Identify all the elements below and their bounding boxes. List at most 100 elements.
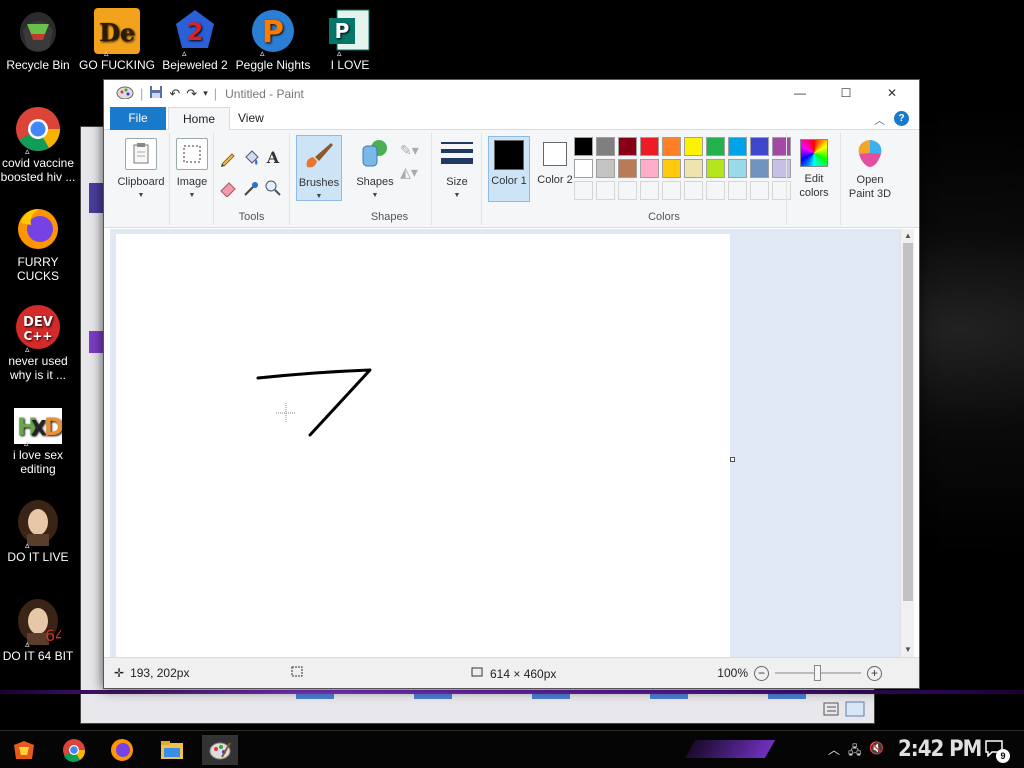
custom-color-slot[interactable]	[662, 181, 681, 200]
tray-overflow-icon[interactable]: ︿	[828, 741, 840, 762]
desktop-icon-do-it-live[interactable]: ▵ DO IT LIVE	[0, 500, 78, 564]
palette-swatch[interactable]	[596, 137, 615, 156]
help-icon[interactable]: ?	[894, 111, 909, 126]
size-button[interactable]: Size ▼	[436, 135, 478, 203]
palette-swatch[interactable]	[706, 159, 725, 178]
text-tool-icon[interactable]: A	[264, 149, 282, 167]
open-paint3d-button[interactable]: Open Paint 3D	[844, 136, 896, 201]
color1-button[interactable]: Color 1	[488, 136, 530, 202]
desktop-icon-chrome[interactable]: ▵ covid vaccine boosted hiv ...	[0, 106, 78, 184]
desktop-icon-hxd[interactable]: HXD ▵ i love sex editing	[0, 408, 78, 476]
drawing-canvas[interactable]	[116, 234, 730, 658]
tab-file[interactable]: File	[110, 107, 166, 130]
palette-swatch[interactable]	[640, 137, 659, 156]
taskbar-firefox[interactable]	[104, 735, 140, 765]
palette-swatch[interactable]	[750, 159, 769, 178]
scrollbar-thumb[interactable]	[903, 243, 913, 601]
minimize-button[interactable]: —	[780, 80, 820, 106]
zoom-slider[interactable]	[775, 665, 861, 681]
desktop-icon-do-it-64-bit[interactable]: 64 ▵ DO IT 64 BIT	[0, 599, 78, 663]
tab-view[interactable]: View	[224, 107, 278, 130]
title-bar[interactable]: | ↶ ↷ ▾ | Untitled - Paint — ☐ ✕	[104, 80, 919, 107]
zoom-slider-thumb[interactable]	[814, 665, 821, 681]
maximize-button[interactable]: ☐	[826, 80, 866, 106]
custom-color-slot[interactable]	[706, 181, 725, 200]
scroll-up-icon[interactable]: ▲	[901, 229, 915, 243]
palette-swatch[interactable]	[772, 137, 791, 156]
eraser-icon[interactable]	[219, 179, 237, 198]
network-icon[interactable]: 🖧	[848, 741, 861, 762]
fill-icon[interactable]	[242, 149, 260, 167]
palette-swatch[interactable]	[596, 159, 615, 178]
close-button[interactable]: ✕	[872, 80, 912, 106]
volume-muted-icon[interactable]: 🔇	[869, 741, 884, 762]
tab-home[interactable]: Home	[168, 107, 231, 131]
palette-swatch[interactable]	[772, 159, 791, 178]
pencil-icon[interactable]	[219, 149, 237, 167]
custom-color-slot[interactable]	[618, 181, 637, 200]
palette-swatch[interactable]	[574, 137, 593, 156]
desktop-icon-devcpp[interactable]: DEV C++ ▵ never used why is it ...	[0, 304, 78, 382]
taskbar-chrome[interactable]	[56, 735, 92, 765]
color2-button[interactable]: Color 2	[534, 136, 576, 202]
desktop-icon-publisher[interactable]: P ▵ I LOVE RANSOMWARE	[310, 8, 390, 72]
palette-swatch[interactable]	[618, 159, 637, 178]
palette-swatch[interactable]	[640, 159, 659, 178]
brushes-group: Brushes ▼	[290, 133, 348, 225]
canvas-size: 614 × 460px	[470, 666, 556, 681]
magnifier-icon[interactable]	[264, 179, 282, 197]
fill-shape-icon[interactable]: ◭▾	[400, 163, 418, 181]
customize-qat-icon[interactable]: ▾	[203, 88, 208, 99]
palette-swatch[interactable]	[684, 137, 703, 156]
custom-color-slot[interactable]	[596, 181, 615, 200]
palette-swatch[interactable]	[684, 159, 703, 178]
color-picker-icon[interactable]	[242, 179, 260, 197]
start-button[interactable]	[6, 735, 42, 765]
brushes-button[interactable]: Brushes ▼	[296, 135, 342, 201]
palette-swatch[interactable]	[728, 159, 747, 178]
custom-color-slot[interactable]	[574, 181, 593, 200]
taskbar-clock[interactable]: 2:42 PM	[898, 737, 982, 762]
desktop-icon-peggle[interactable]: P ▵ Peggle Nights De...	[233, 8, 313, 72]
palette-swatch[interactable]	[574, 159, 593, 178]
desktop-icon-label: DO IT 64 BIT	[2, 649, 74, 663]
desktop-icon-bejeweled[interactable]: 2 ▵ Bejeweled 2 De...	[155, 8, 235, 72]
desktop-icon-davinci[interactable]: De ▵ GO FUCKING KILL YOURS	[77, 8, 157, 72]
palette-swatch[interactable]	[662, 137, 681, 156]
desktop-icon-firefox[interactable]: FURRY CUCKS	[0, 205, 78, 283]
canvas-resize-handle[interactable]	[730, 457, 735, 462]
view-toggle-icons[interactable]	[822, 701, 866, 717]
notification-center-icon[interactable]: 9	[984, 739, 1010, 763]
svg-text:P: P	[335, 19, 350, 43]
palette-swatch[interactable]	[706, 137, 725, 156]
clipboard-button[interactable]: Clipboard ▼	[112, 135, 170, 203]
custom-color-slot[interactable]	[728, 181, 747, 200]
tools-group: A Tools	[214, 133, 290, 225]
taskbar-file-explorer[interactable]	[154, 735, 190, 765]
undo-icon[interactable]: ↶	[169, 86, 180, 102]
taskbar-paint[interactable]	[202, 735, 238, 765]
palette-swatch[interactable]	[618, 137, 637, 156]
collapse-ribbon-icon[interactable]: ︿	[874, 112, 885, 128]
outline-icon[interactable]: ✎▾	[400, 141, 419, 159]
image-group: Image ▼	[170, 133, 214, 225]
custom-color-slot[interactable]	[750, 181, 769, 200]
palette-swatch[interactable]	[750, 137, 769, 156]
zoom-in-icon[interactable]: +	[867, 665, 882, 681]
custom-color-slot[interactable]	[640, 181, 659, 200]
zoom-out-icon[interactable]: −	[754, 665, 769, 681]
vertical-scrollbar[interactable]: ▲ ▼	[900, 229, 914, 657]
image-button[interactable]: Image ▼	[170, 135, 214, 203]
redo-icon[interactable]: ↷	[186, 86, 197, 102]
shapes-button[interactable]: Shapes ▼	[352, 135, 398, 203]
save-icon[interactable]	[149, 85, 163, 102]
custom-color-slot[interactable]	[772, 181, 791, 200]
svg-text:P: P	[262, 15, 284, 50]
select-icon	[176, 138, 208, 170]
scroll-down-icon[interactable]: ▼	[901, 643, 915, 657]
palette-swatch[interactable]	[728, 137, 747, 156]
custom-color-slot[interactable]	[684, 181, 703, 200]
palette-swatch[interactable]	[662, 159, 681, 178]
edit-colors-button[interactable]: Edit colors	[792, 136, 836, 200]
desktop-icon-recycle-bin[interactable]: Recycle Bin	[0, 8, 78, 72]
